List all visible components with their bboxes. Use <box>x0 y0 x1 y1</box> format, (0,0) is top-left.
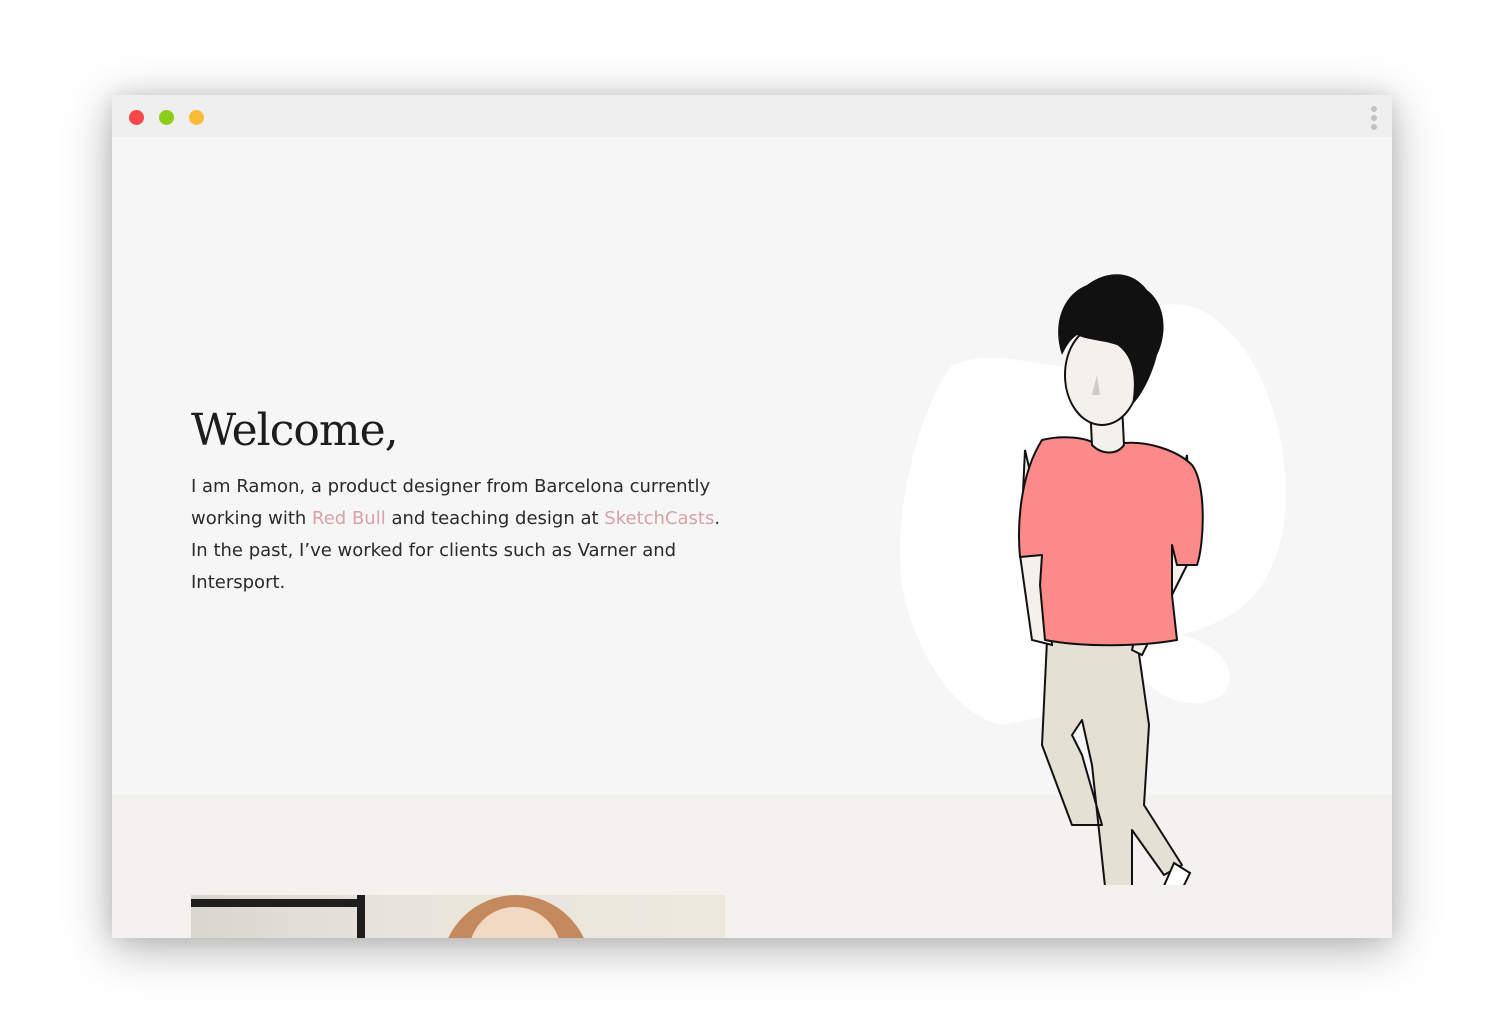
title-bar <box>112 95 1392 137</box>
portrait-photo <box>191 895 725 938</box>
standing-man-illustration <box>900 274 1286 885</box>
intro-text: and teaching design at <box>385 508 605 529</box>
browser-window: Welcome, I am Ramon, a product designer … <box>112 95 1392 938</box>
red-bull-link[interactable]: Red Bull <box>312 508 386 529</box>
intro-paragraph: I am Ramon, a product designer from Barc… <box>191 471 736 599</box>
photo-frame-bar <box>191 899 363 907</box>
minimize-window-button[interactable] <box>159 110 174 125</box>
sketchcasts-link[interactable]: SketchCasts <box>604 508 714 529</box>
close-window-button[interactable] <box>129 110 144 125</box>
maximize-window-button[interactable] <box>189 110 204 125</box>
more-options-icon[interactable] <box>1370 106 1378 130</box>
photo-frame-post <box>357 895 365 938</box>
page-title: Welcome, <box>191 405 399 456</box>
